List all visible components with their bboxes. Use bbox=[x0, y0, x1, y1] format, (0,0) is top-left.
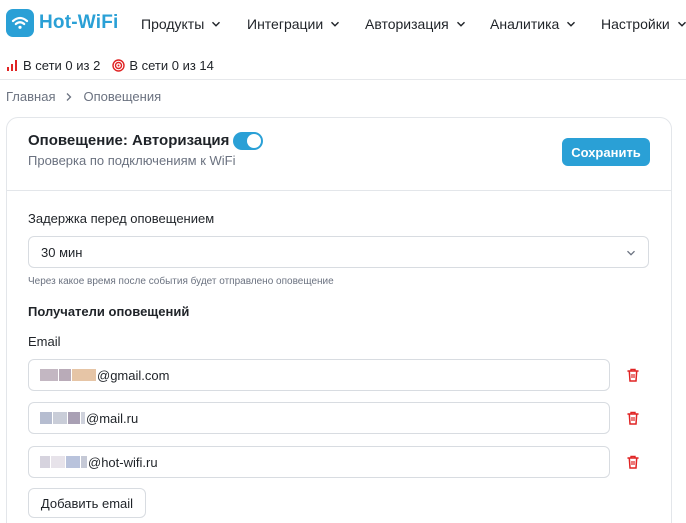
email-row: @mail.ru bbox=[28, 402, 649, 434]
signal-bars-icon bbox=[7, 60, 17, 71]
status-signal[interactable]: В сети 0 из 2 bbox=[6, 58, 100, 73]
page-title: Оповещение: Авторизация bbox=[28, 132, 230, 149]
email-input[interactable]: @mail.ru bbox=[28, 402, 610, 434]
save-button[interactable]: Сохранить bbox=[562, 138, 650, 166]
chevron-down-icon bbox=[456, 21, 465, 27]
card-header: Оповещение: Авторизация Проверка по подк… bbox=[7, 118, 671, 191]
wifi-logo-icon bbox=[6, 9, 34, 37]
trash-icon[interactable] bbox=[625, 410, 641, 426]
breadcrumb-current: Оповещения bbox=[83, 89, 162, 104]
delay-label: Задержка перед оповещением bbox=[28, 211, 215, 226]
recipients-heading: Получатели оповещений bbox=[28, 304, 190, 319]
nav-integrations-label: Интеграции bbox=[247, 16, 324, 32]
enable-toggle[interactable] bbox=[233, 132, 263, 150]
redacted-text bbox=[53, 412, 67, 424]
email-value: @mail.ru bbox=[86, 410, 139, 426]
status-target-text: В сети 0 из 14 bbox=[129, 58, 214, 73]
email-row: @gmail.com bbox=[28, 359, 649, 391]
redacted-text bbox=[40, 412, 52, 424]
redacted-text bbox=[66, 456, 80, 468]
chevron-right-icon bbox=[67, 92, 72, 101]
email-row: @hot-wifi.ru bbox=[28, 446, 649, 478]
redacted-text bbox=[51, 456, 65, 468]
top-navigation: Hot-WiFi Продукты Интеграции Авторизация… bbox=[0, 0, 686, 48]
chevron-down-icon bbox=[212, 21, 221, 27]
email-input[interactable]: @gmail.com bbox=[28, 359, 610, 391]
redacted-text bbox=[68, 412, 80, 424]
delay-hint: Через какое время после события будет от… bbox=[28, 276, 334, 287]
nav-products[interactable]: Продукты bbox=[141, 16, 221, 32]
trash-icon[interactable] bbox=[625, 454, 641, 470]
chevron-down-icon bbox=[627, 250, 635, 256]
target-icon bbox=[112, 59, 126, 72]
nav-authorization[interactable]: Авторизация bbox=[365, 16, 466, 32]
chevron-down-icon bbox=[331, 21, 340, 27]
email-input[interactable]: @hot-wifi.ru bbox=[28, 446, 610, 478]
delay-select[interactable]: 30 мин bbox=[28, 236, 649, 268]
nav-analytics-label: Аналитика bbox=[490, 16, 560, 32]
toggle-knob bbox=[247, 134, 261, 148]
status-signal-text: В сети 0 из 2 bbox=[23, 58, 101, 73]
nav-analytics[interactable]: Аналитика bbox=[490, 16, 576, 32]
redacted-text bbox=[59, 369, 71, 381]
nav-products-label: Продукты bbox=[141, 16, 205, 32]
card-subtitle: Проверка по подключениям к WiFi bbox=[28, 153, 236, 168]
brand-name: Hot-WiFi bbox=[39, 12, 119, 33]
redacted-text bbox=[72, 369, 96, 381]
notification-card: Оповещение: Авторизация Проверка по подк… bbox=[6, 117, 672, 523]
email-value: @gmail.com bbox=[97, 367, 170, 383]
logo[interactable]: Hot-WiFi bbox=[6, 9, 119, 37]
breadcrumb-home[interactable]: Главная bbox=[6, 89, 55, 104]
email-value: @hot-wifi.ru bbox=[88, 454, 158, 470]
chevron-down-icon bbox=[567, 21, 576, 27]
nav-integrations[interactable]: Интеграции bbox=[247, 16, 340, 32]
chevron-down-icon bbox=[677, 21, 686, 27]
trash-icon[interactable] bbox=[625, 367, 641, 383]
status-row: В сети 0 из 2 В сети 0 из 14 bbox=[6, 58, 226, 73]
divider bbox=[0, 79, 686, 80]
breadcrumb: Главная Оповещения bbox=[6, 89, 161, 104]
redacted-text bbox=[81, 456, 87, 468]
add-email-button[interactable]: Добавить email bbox=[28, 488, 146, 518]
redacted-text bbox=[40, 456, 50, 468]
redacted-text bbox=[81, 412, 85, 424]
nav-authorization-label: Авторизация bbox=[365, 16, 449, 32]
email-label: Email bbox=[28, 334, 61, 349]
delay-select-value: 30 мин bbox=[41, 244, 83, 260]
redacted-text bbox=[40, 369, 58, 381]
nav-settings[interactable]: Настройки bbox=[601, 16, 686, 32]
nav-settings-label: Настройки bbox=[601, 16, 670, 32]
status-target[interactable]: В сети 0 из 14 bbox=[112, 58, 214, 73]
